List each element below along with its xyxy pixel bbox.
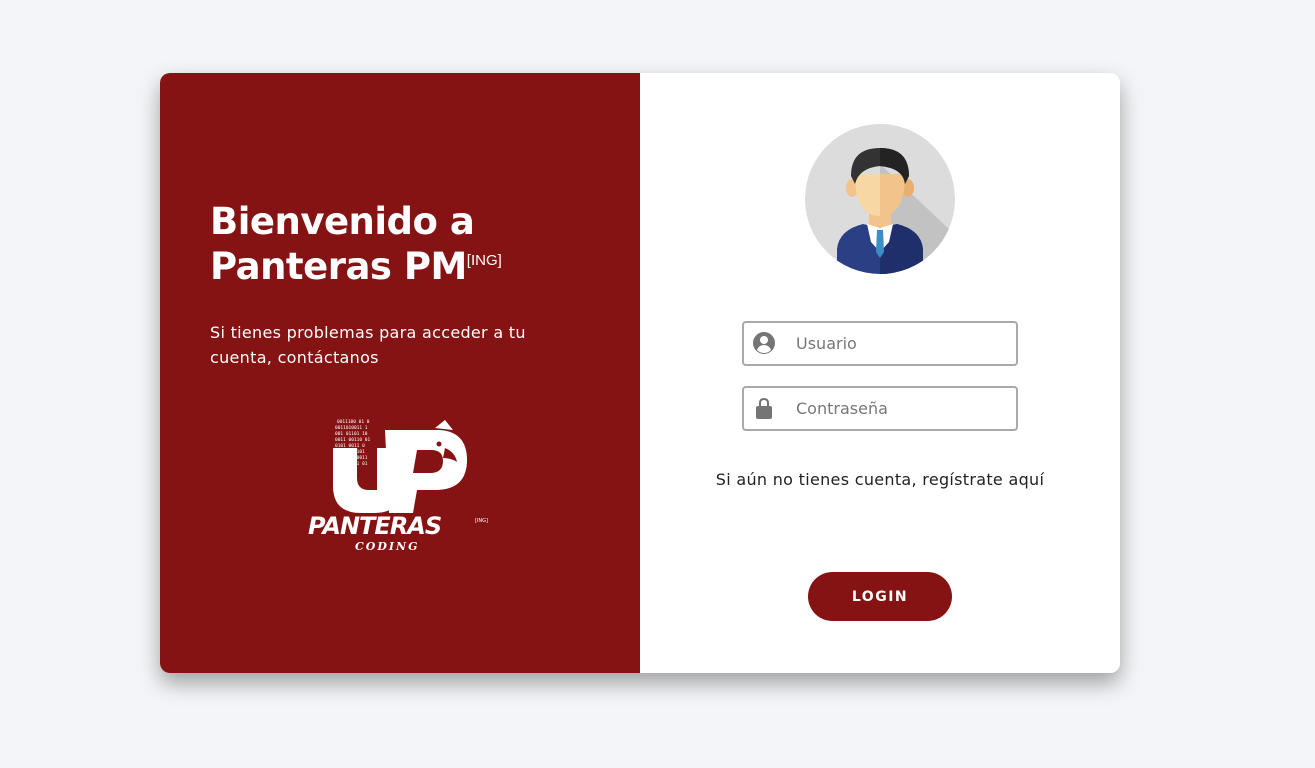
user-circle-icon (753, 332, 775, 354)
welcome-title-line2: Panteras PM (210, 245, 467, 288)
register-link[interactable]: regístrate aquí (922, 470, 1044, 489)
lock-icon (756, 398, 772, 419)
svg-text:0011100 01 0: 0011100 01 0 (337, 419, 370, 425)
welcome-title: Bienvenido a Panteras PM[ING] (210, 199, 502, 289)
login-button[interactable]: LOGIN (808, 572, 952, 621)
svg-text:0011 00110 01: 0011 00110 01 (335, 437, 371, 443)
welcome-title-tag: [ING] (466, 252, 502, 269)
login-card: Bienvenido a Panteras PM[ING] Si tienes p… (160, 73, 1120, 673)
password-field (742, 386, 1018, 431)
username-field (742, 321, 1018, 366)
svg-text:001 01101 10: 001 01101 10 (335, 431, 368, 437)
register-prefix: Si aún no tienes cuenta, (715, 470, 923, 489)
panteras-coding-logo: 0011100 01 0 0011010011 1 001 01101 10 0… (308, 419, 488, 553)
user-avatar-icon (805, 124, 955, 274)
register-text: Si aún no tienes cuenta, regístrate aquí (700, 467, 1060, 492)
username-input[interactable] (796, 323, 1006, 364)
logo-sub-text: CODING (355, 540, 419, 553)
login-panel: Si aún no tienes cuenta, regístrate aquí… (640, 73, 1120, 673)
svg-text:0011010011 1: 0011010011 1 (335, 425, 368, 431)
logo-brand-text: PANTERAS (308, 512, 441, 540)
help-text: Si tienes problemas para acceder a tu cu… (210, 323, 526, 367)
logo-tag-text: [ING] (475, 518, 488, 524)
welcome-title-line1: Bienvenido a (210, 200, 475, 243)
welcome-panel: Bienvenido a Panteras PM[ING] Si tienes p… (160, 73, 640, 673)
password-input[interactable] (796, 388, 1006, 429)
